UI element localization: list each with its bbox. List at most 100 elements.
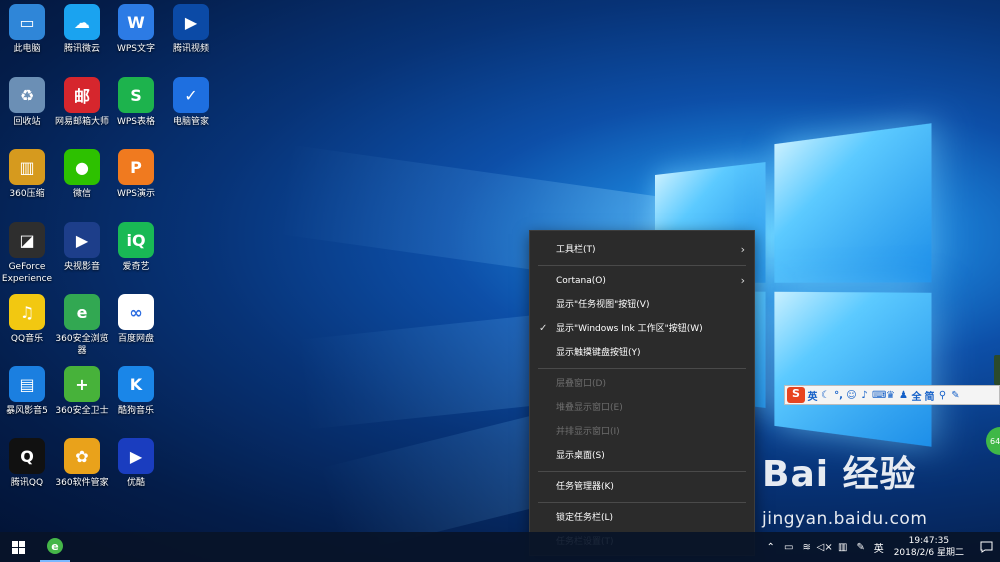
- battery-icon[interactable]: ▭: [780, 542, 798, 553]
- chevron-up-icon[interactable]: ⌃: [762, 542, 780, 553]
- desktop-icon-label: 央视影音: [63, 262, 100, 272]
- desktop-icon[interactable]: ☁ 腾讯微云: [55, 4, 109, 55]
- baidu-netdisk-icon: ∞: [118, 294, 154, 330]
- desktop-icon-label: 360软件管家: [55, 478, 109, 488]
- start-button[interactable]: [0, 532, 36, 562]
- desktop-icon[interactable]: ▭ 此电脑: [0, 4, 54, 55]
- ime-mode-toggle[interactable]: 英: [807, 388, 818, 403]
- taskbar-context-menu: 工具栏(T) › Cortana(O) › 显示"任务视图"按钮(V) ✓ 显示"Windo…: [529, 230, 755, 556]
- desktop-icon-label: 暴风影音5: [6, 406, 48, 416]
- performance-badge[interactable]: 64%: [986, 427, 1000, 455]
- desktop-icon[interactable]: +360安全卫士: [55, 366, 109, 417]
- windows-start-icon: [11, 540, 25, 554]
- taskbar[interactable]: e ⌃ ▭ ≋ ◁× ▥ ✎ 英 19:47:35 2018/2/6 星期二: [0, 532, 1000, 562]
- wechat-icon: ●: [64, 149, 100, 185]
- menu-separator: [538, 471, 746, 472]
- iqiyi-icon: iQ: [118, 222, 154, 258]
- menu-item[interactable]: 显示桌面(S): [530, 444, 754, 468]
- menu-item[interactable]: 任务管理器(K): [530, 475, 754, 499]
- qq-icon: Q: [9, 438, 45, 474]
- desktop-icon[interactable]: Q 腾讯QQ: [0, 438, 54, 489]
- simplified-icon[interactable]: 简: [924, 388, 935, 403]
- desktop-icon-label: 爱奇艺: [122, 262, 150, 272]
- desktop-icon-label: 360安全浏览器: [55, 334, 109, 356]
- kugou-icon: K: [118, 366, 154, 402]
- desktop-icon[interactable]: ▶ 优酷: [109, 438, 163, 489]
- tencent-video-icon: ▶: [173, 4, 209, 40]
- input-language-indicator[interactable]: 英: [870, 540, 888, 555]
- pc-manager-icon: ✓: [173, 77, 209, 113]
- clock-time: 19:47:35: [908, 536, 950, 546]
- user-icon[interactable]: ♟: [898, 390, 909, 401]
- 360-software-icon: ✿: [64, 438, 100, 474]
- menu-separator: [538, 265, 746, 266]
- menu-item[interactable]: 锁定任务栏(L): [530, 506, 754, 530]
- desktop-icon[interactable]: ▤ 暴风影音5: [0, 366, 54, 417]
- menu-item-label: 任务管理器(K): [556, 482, 614, 492]
- smile-icon[interactable]: ☺: [846, 390, 857, 401]
- notification-icon: [980, 541, 992, 553]
- menu-item-label: 显示"Windows Ink 工作区"按钮(W): [556, 324, 703, 334]
- menu-item-label: 锁定任务栏(L): [556, 513, 614, 523]
- wrench-icon[interactable]: ✎: [950, 390, 961, 401]
- desktop-icon[interactable]: ∞ 百度网盘: [109, 294, 163, 345]
- menu-item-label: 显示"任务视图"按钮(V): [556, 300, 650, 310]
- desktop-icon[interactable]: ✓ 电脑管家: [164, 77, 218, 128]
- pen-icon[interactable]: ✎: [852, 542, 870, 553]
- desktop-icon[interactable]: P WPS演示: [109, 149, 163, 200]
- shirt-icon[interactable]: ♛: [885, 390, 896, 401]
- desktop-icon-label: 腾讯QQ: [10, 478, 44, 488]
- sogou-logo-icon[interactable]: S: [787, 387, 805, 403]
- wifi-icon[interactable]: ≋: [798, 542, 816, 553]
- desktop-icon[interactable]: ● 微信: [55, 149, 109, 200]
- 360-browser-icon: e: [64, 294, 100, 330]
- wps-presentation-icon: P: [118, 149, 154, 185]
- recycle-bin-icon: ♻: [9, 77, 45, 113]
- menu-item[interactable]: ✓ 显示"Windows Ink 工作区"按钮(W): [530, 317, 754, 341]
- desktop-icon-label: WPS表格: [116, 117, 156, 127]
- desktop-icon[interactable]: S WPS表格: [109, 77, 163, 128]
- computer-icon: ▭: [9, 4, 45, 40]
- menu-item[interactable]: 工具栏(T) ›: [530, 238, 754, 262]
- mic-icon[interactable]: ♪: [859, 390, 870, 401]
- archive-icon: ▥: [9, 149, 45, 185]
- desktop-icon[interactable]: K 酷狗音乐: [109, 366, 163, 417]
- desktop-icon-label: 微信: [72, 189, 91, 199]
- logo-pane: [774, 291, 932, 447]
- desktop-icon[interactable]: ♻ 回收站: [0, 77, 54, 128]
- geforce-icon: ◪: [9, 222, 45, 258]
- side-panel-tab[interactable]: [994, 355, 1000, 385]
- system-tray: ⌃ ▭ ≋ ◁× ▥ ✎ 英 19:47:35 2018/2/6 星期二: [762, 532, 1000, 562]
- search-icon[interactable]: ⚲: [937, 390, 948, 401]
- menu-item[interactable]: 显示触摸键盘按钮(Y): [530, 341, 754, 365]
- network-icon[interactable]: ▥: [834, 542, 852, 553]
- desktop-icon[interactable]: e 360安全浏览器: [55, 294, 109, 357]
- clock[interactable]: 19:47:35 2018/2/6 星期二: [894, 535, 964, 559]
- desktop-icon[interactable]: ✿ 360软件管家: [55, 438, 109, 489]
- wps-writer-icon: W: [118, 4, 154, 40]
- desktop-icon[interactable]: W WPS文字: [109, 4, 163, 55]
- action-center-button[interactable]: [972, 532, 1000, 562]
- desktop-icon[interactable]: ◪ GeForce Experience: [0, 222, 54, 285]
- desktop-icon-label: WPS演示: [116, 189, 156, 199]
- desktop-icon[interactable]: ▶ 腾讯视频: [164, 4, 218, 55]
- desktop-icon[interactable]: ▶ 央视影音: [55, 222, 109, 273]
- grid-icon[interactable]: 全: [911, 388, 922, 403]
- moon-icon[interactable]: ☾: [820, 390, 831, 401]
- desktop-icon-label: 网易邮箱大师: [55, 117, 110, 127]
- desktop-icon-label: 优酷: [126, 478, 145, 488]
- 360-security-icon: +: [64, 366, 100, 402]
- desktop-icon[interactable]: ♫ QQ音乐: [0, 294, 54, 345]
- menu-item[interactable]: Cortana(O) ›: [530, 269, 754, 293]
- 360-browser-icon: e: [47, 538, 63, 554]
- desktop-icon[interactable]: ▥ 360压缩: [0, 149, 54, 200]
- keyboard-icon[interactable]: ⌨: [872, 390, 886, 401]
- desktop-icon-label: 腾讯微云: [63, 44, 100, 54]
- menu-item[interactable]: 显示"任务视图"按钮(V): [530, 293, 754, 317]
- desktop-icon[interactable]: 邮网易邮箱大师: [55, 77, 109, 128]
- comma-icon[interactable]: °,: [833, 390, 844, 401]
- desktop-icon[interactable]: iQ 爱奇艺: [109, 222, 163, 273]
- taskbar-app-360-browser[interactable]: e: [40, 532, 70, 562]
- volume-mute-icon[interactable]: ◁×: [816, 542, 834, 553]
- desktop-icon-label: 酷狗音乐: [117, 406, 154, 416]
